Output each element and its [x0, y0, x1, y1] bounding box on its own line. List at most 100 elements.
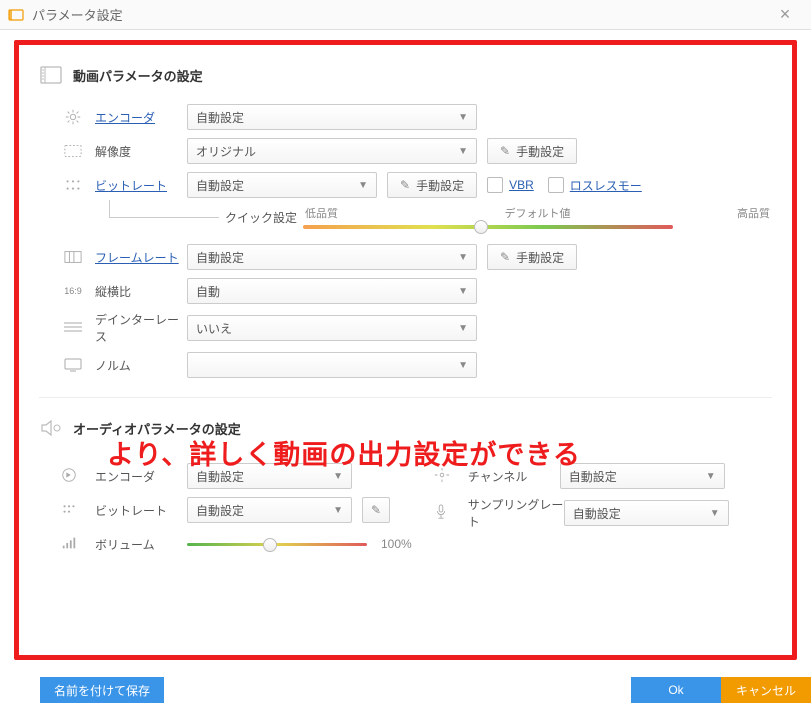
slider-default-label: デフォルト値: [505, 205, 571, 221]
label-encoder[interactable]: エンコーダ: [95, 109, 187, 126]
pencil-icon: ✎: [400, 178, 410, 192]
select-samplerate[interactable]: 自動設定 ▼: [564, 500, 729, 526]
row-audio-encoder: エンコーダ 自動設定 ▼: [39, 462, 412, 490]
select-audio-bitrate[interactable]: 自動設定 ▼: [187, 497, 352, 523]
select-resolution-value: オリジナル: [196, 143, 256, 160]
row-channel: チャンネル 自動設定 ▼: [412, 462, 772, 490]
monitor-icon: [61, 356, 85, 374]
film-icon: [39, 63, 63, 87]
select-aspect[interactable]: 自動 ▼: [187, 278, 477, 304]
sound-icon: [61, 467, 85, 486]
quality-slider[interactable]: [303, 225, 673, 229]
row-samplerate: サンプリングレート 自動設定 ▼: [412, 496, 772, 530]
label-framerate[interactable]: フレームレート: [95, 249, 187, 266]
row-resolution: 解像度 オリジナル ▼ ✎ 手動設定: [39, 137, 772, 165]
chevron-down-icon: ▼: [458, 146, 468, 157]
checkbox-icon: [487, 177, 503, 193]
row-volume: ボリューム 100%: [39, 530, 412, 558]
chevron-down-icon: ▼: [333, 471, 343, 482]
select-framerate-value: 自動設定: [196, 249, 244, 266]
chevron-down-icon: ▼: [358, 180, 368, 191]
chevron-down-icon: ▼: [458, 360, 468, 371]
row-framerate: フレームレート 自動設定 ▼ ✎ 手動設定: [39, 243, 772, 271]
label-norm: ノルム: [95, 357, 187, 374]
row-audio-bitrate: ビットレート 自動設定 ▼ ✎: [39, 496, 412, 524]
manual-resolution-button[interactable]: ✎ 手動設定: [487, 138, 577, 164]
pencil-icon: ✎: [500, 250, 510, 264]
slider-thumb[interactable]: [474, 220, 488, 234]
select-bitrate[interactable]: 自動設定 ▼: [187, 172, 377, 198]
section-divider: [39, 397, 772, 398]
label-channel: チャンネル: [468, 468, 560, 485]
close-button[interactable]: ×: [767, 1, 803, 29]
checkbox-lossless[interactable]: ロスレスモー: [548, 177, 642, 194]
gear-icon: [61, 108, 85, 126]
checkbox-vbr[interactable]: VBR: [487, 177, 534, 193]
audio-section-title: オーディオパラメータの設定: [73, 419, 241, 438]
row-encoder: エンコーダ 自動設定 ▼: [39, 103, 772, 131]
select-encoder-value: 自動設定: [196, 109, 244, 126]
select-deinterlace[interactable]: いいえ ▼: [187, 315, 477, 341]
ok-button[interactable]: Ok: [631, 677, 721, 703]
resolution-icon: [61, 142, 85, 160]
pencil-icon: ✎: [371, 503, 381, 517]
row-norm: ノルム ▼: [39, 351, 772, 379]
select-encoder[interactable]: 自動設定 ▼: [187, 104, 477, 130]
row-bitrate: ビットレート 自動設定 ▼ ✎ 手動設定 VBR ロスレスモー: [39, 171, 772, 199]
audio-section-header: オーディオパラメータの設定: [39, 416, 772, 440]
label-deinterlace: デインターレース: [95, 311, 187, 345]
edit-audio-bitrate-button[interactable]: ✎: [362, 497, 390, 523]
label-volume: ボリューム: [95, 536, 187, 553]
select-audio-encoder[interactable]: 自動設定 ▼: [187, 463, 352, 489]
chevron-down-icon: ▼: [458, 252, 468, 263]
select-framerate[interactable]: 自動設定 ▼: [187, 244, 477, 270]
select-norm[interactable]: ▼: [187, 352, 477, 378]
video-section-header: 動画パラメータの設定: [39, 63, 772, 87]
volume-value: 100%: [381, 537, 412, 551]
app-icon: [8, 7, 24, 23]
video-section-title: 動画パラメータの設定: [73, 66, 203, 85]
chevron-down-icon: ▼: [458, 112, 468, 123]
aspect-icon: 16:9: [61, 282, 85, 300]
framerate-icon: [61, 248, 85, 266]
select-bitrate-value: 自動設定: [196, 177, 244, 194]
select-aspect-value: 自動: [196, 283, 220, 300]
dots-icon: [61, 502, 85, 519]
cancel-button[interactable]: キャンセル: [721, 677, 811, 703]
slider-high-label: 高品質: [737, 205, 770, 221]
pencil-icon: ✎: [500, 144, 510, 158]
deinterlace-icon: [61, 319, 85, 337]
highlight-frame: 動画パラメータの設定 エンコーダ 自動設定 ▼ 解像度 オリジナル ▼ ✎ 手動…: [14, 40, 797, 660]
select-channel[interactable]: 自動設定 ▼: [560, 463, 725, 489]
label-bitrate[interactable]: ビットレート: [95, 177, 187, 194]
volume-slider[interactable]: [187, 543, 367, 546]
bitrate-icon: [61, 176, 85, 194]
volume-icon: [61, 536, 85, 553]
mic-icon: [434, 504, 458, 523]
manual-bitrate-button[interactable]: ✎ 手動設定: [387, 172, 477, 198]
save-as-button[interactable]: 名前を付けて保存: [40, 677, 164, 703]
label-samplerate: サンプリングレート: [468, 496, 564, 530]
row-deinterlace: デインターレース いいえ ▼: [39, 311, 772, 345]
slider-thumb[interactable]: [263, 538, 277, 552]
label-aspect: 縦横比: [95, 283, 187, 300]
label-quick: クイック設定: [225, 209, 297, 226]
chevron-down-icon: ▼: [458, 286, 468, 297]
branch-line: [109, 200, 219, 218]
speaker-gear-icon: [39, 416, 63, 440]
footer: 名前を付けて保存 Ok キャンセル: [0, 677, 811, 707]
titlebar: パラメータ設定 ×: [0, 0, 811, 30]
select-deinterlace-value: いいえ: [196, 320, 232, 337]
chevron-down-icon: ▼: [458, 323, 468, 334]
chevron-down-icon: ▼: [333, 505, 343, 516]
select-resolution[interactable]: オリジナル ▼: [187, 138, 477, 164]
chevron-down-icon: ▼: [706, 471, 716, 482]
row-quick: クイック設定 低品質 デフォルト値 高品質: [39, 205, 772, 229]
slider-low-label: 低品質: [305, 205, 338, 221]
manual-framerate-button[interactable]: ✎ 手動設定: [487, 244, 577, 270]
label-audio-bitrate: ビットレート: [95, 502, 187, 519]
window-title: パラメータ設定: [32, 5, 767, 24]
label-audio-encoder: エンコーダ: [95, 468, 187, 485]
row-aspect: 16:9 縦横比 自動 ▼: [39, 277, 772, 305]
label-resolution: 解像度: [95, 143, 187, 160]
